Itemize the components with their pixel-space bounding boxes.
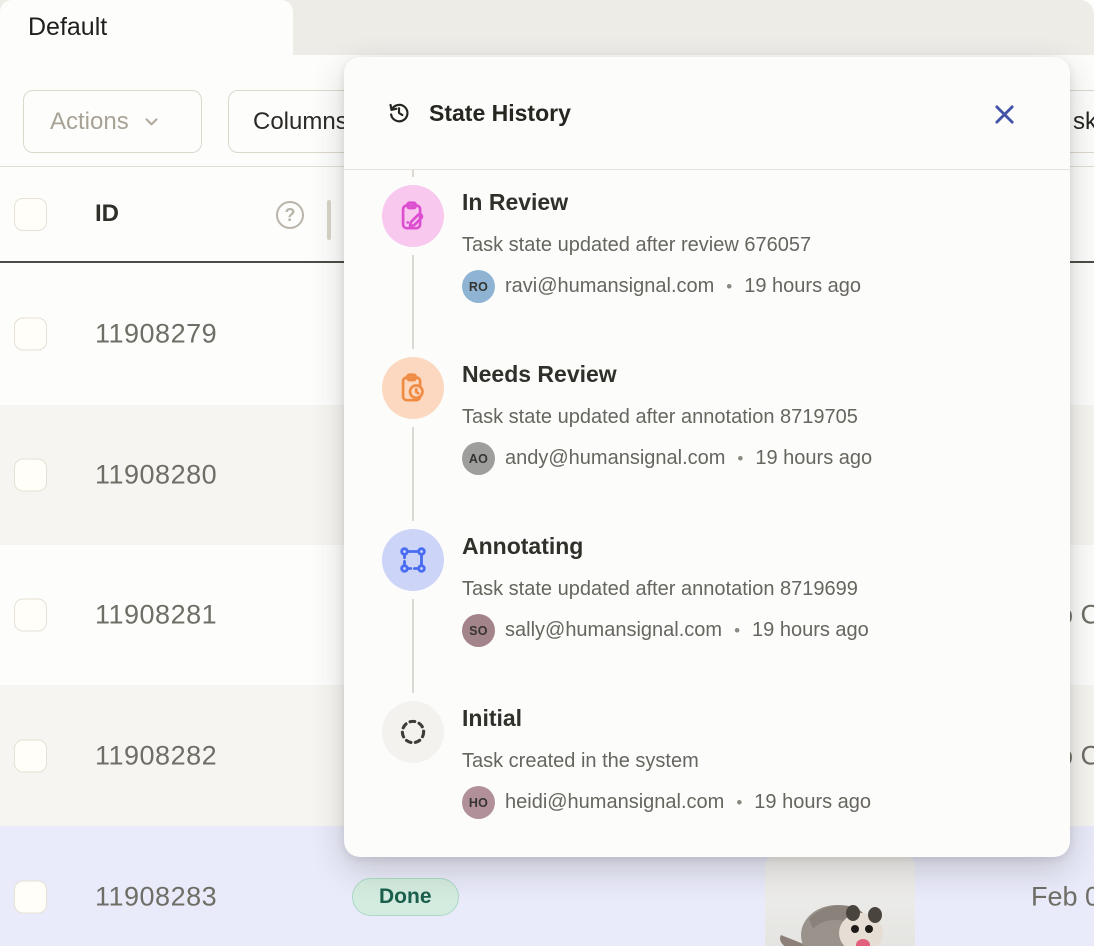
toolbar-right-button-label-fragment: sk [1073, 108, 1094, 136]
help-icon[interactable]: ? [276, 201, 304, 229]
entry-separator: • [726, 277, 732, 297]
entry-separator: • [736, 793, 742, 813]
entry-state: Needs Review [462, 360, 872, 388]
date-cell-fragment: Feb 0 [1031, 882, 1094, 913]
column-header-id[interactable]: ID [95, 200, 119, 228]
entry-email: ravi@humansignal.com [505, 275, 714, 298]
timeline-entry: Needs Review Task state updated after an… [382, 357, 1070, 529]
clipboard-clock-icon [382, 357, 444, 419]
entry-description: Task state updated after annotation 8719… [462, 404, 872, 430]
row-checkbox[interactable] [14, 459, 47, 492]
row-checkbox[interactable] [14, 881, 47, 914]
entry-description: Task state updated after annotation 8719… [462, 576, 869, 602]
tab-default[interactable]: Default [0, 0, 293, 55]
state-history-modal: State History [344, 57, 1070, 857]
avatar: RO [462, 270, 495, 303]
entry-time: 19 hours ago [755, 447, 872, 470]
close-button[interactable] [984, 94, 1024, 134]
chevron-down-icon [143, 113, 160, 130]
task-id-cell: 11908279 [95, 319, 217, 350]
row-checkbox[interactable] [14, 599, 47, 632]
bounding-box-icon [382, 529, 444, 591]
timeline-entry: Initial Task created in the system HO he… [382, 701, 1070, 819]
actions-button[interactable]: Actions [23, 90, 202, 153]
tab-bar: Default [0, 0, 1094, 55]
task-id-cell: 11908282 [95, 740, 217, 771]
entry-email: sally@humansignal.com [505, 619, 722, 642]
entry-time: 19 hours ago [754, 791, 871, 814]
entry-time: 19 hours ago [744, 275, 861, 298]
task-thumbnail-image [765, 855, 915, 946]
entry-state: In Review [462, 188, 861, 216]
status-badge: Done [352, 878, 459, 916]
entry-description: Task state updated after review 676057 [462, 232, 861, 258]
modal-title: State History [429, 100, 571, 127]
history-icon [386, 100, 412, 126]
task-id-cell: 11908280 [95, 460, 217, 491]
row-checkbox[interactable] [14, 318, 47, 351]
actions-button-label: Actions [50, 108, 129, 136]
modal-header: State History [344, 57, 1070, 170]
avatar: HO [462, 786, 495, 819]
clipboard-edit-icon [382, 185, 444, 247]
modal-body: In Review Task state updated after revie… [344, 170, 1070, 819]
column-resize-handle[interactable] [327, 200, 331, 240]
entry-time: 19 hours ago [752, 619, 869, 642]
columns-button-label: Columns [253, 108, 348, 136]
avatar: AO [462, 442, 495, 475]
timeline-entry: Annotating Task state updated after anno… [382, 529, 1070, 701]
entry-state: Initial [462, 704, 871, 732]
task-id-cell: 11908283 [95, 882, 217, 913]
dashed-circle-icon [382, 701, 444, 763]
entry-email: andy@humansignal.com [505, 447, 725, 470]
tab-label: Default [28, 13, 107, 42]
task-id-cell: 11908281 [95, 600, 217, 631]
entry-separator: • [737, 449, 743, 469]
entry-description: Task created in the system [462, 748, 871, 774]
entry-meta: RO ravi@humansignal.com • 19 hours ago [462, 270, 861, 303]
entry-text: Needs Review Task state updated after an… [462, 357, 872, 529]
state-history-timeline: In Review Task state updated after revie… [344, 170, 1070, 819]
avatar: SO [462, 614, 495, 647]
entry-state: Annotating [462, 532, 869, 560]
select-all-checkbox[interactable] [14, 198, 47, 231]
close-icon [993, 103, 1016, 126]
row-checkbox[interactable] [14, 739, 47, 772]
screen: Default Actions Columns sk ID ? no 11908… [0, 0, 1094, 946]
entry-meta: AO andy@humansignal.com • 19 hours ago [462, 442, 872, 475]
entry-meta: SO sally@humansignal.com • 19 hours ago [462, 614, 869, 647]
entry-text: Annotating Task state updated after anno… [462, 529, 869, 701]
entry-text: Initial Task created in the system HO he… [462, 701, 871, 819]
entry-email: heidi@humansignal.com [505, 791, 724, 814]
timeline-entry: In Review Task state updated after revie… [382, 185, 1070, 357]
entry-separator: • [734, 621, 740, 641]
entry-text: In Review Task state updated after revie… [462, 185, 861, 357]
entry-meta: HO heidi@humansignal.com • 19 hours ago [462, 786, 871, 819]
